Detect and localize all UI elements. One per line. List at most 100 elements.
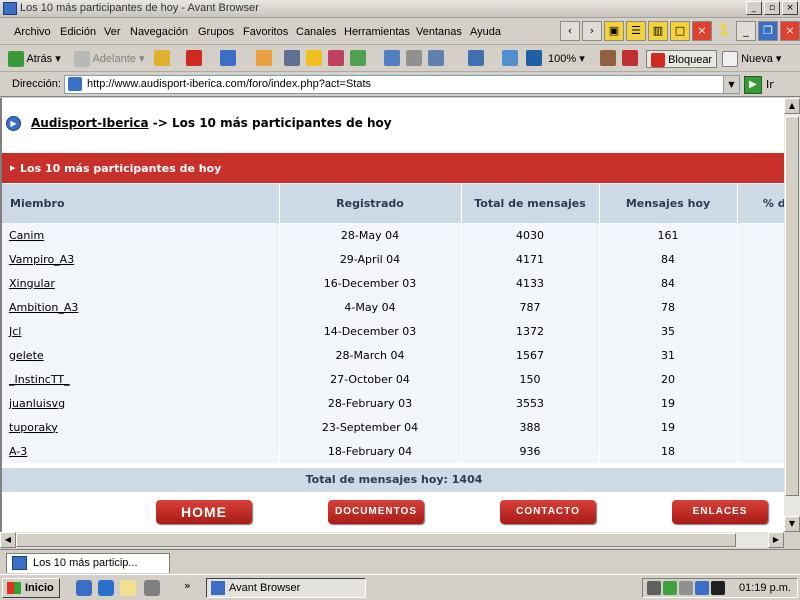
- vertical-scroll-thumb[interactable]: [785, 116, 799, 496]
- back-button[interactable]: Atrás ▾: [8, 50, 61, 68]
- maximize-window-icon[interactable]: □: [670, 21, 690, 41]
- vertical-scrollbar[interactable]: ▲ ▼: [784, 98, 800, 532]
- menu-grupos[interactable]: Grupos: [198, 26, 234, 38]
- address-input[interactable]: http://www.audisport-iberica.com/foro/in…: [64, 75, 740, 94]
- menu-herramientas[interactable]: Herramientas: [344, 26, 410, 38]
- tray-browser-icon[interactable]: [695, 581, 709, 595]
- media-icon[interactable]: [328, 50, 344, 66]
- image-icon[interactable]: [600, 50, 616, 66]
- member-link[interactable]: A-3: [9, 445, 27, 458]
- quicklaunch-agent-icon[interactable]: [144, 580, 160, 596]
- today-cell: 78: [599, 295, 738, 319]
- favorites-star-icon[interactable]: [306, 50, 322, 66]
- tray-network-icon[interactable]: [663, 581, 677, 595]
- quicklaunch-browser-icon[interactable]: [76, 580, 92, 596]
- member-link[interactable]: gelete: [9, 349, 44, 362]
- system-tray: 01:19 p.m.: [642, 578, 798, 598]
- window-icon[interactable]: [468, 50, 484, 66]
- today-cell: 18: [599, 439, 738, 463]
- menu-ayuda[interactable]: Ayuda: [470, 26, 501, 38]
- taskbar-item-label: Avant Browser: [229, 582, 301, 594]
- home-button[interactable]: HOME: [156, 500, 252, 524]
- menu-favoritos[interactable]: Favoritos: [243, 26, 288, 38]
- enlaces-button[interactable]: ENLACES: [672, 500, 768, 524]
- breadcrumb-home-link[interactable]: Audisport-Iberica: [31, 116, 149, 130]
- menu-navegacion[interactable]: Navegación: [130, 26, 188, 38]
- member-link[interactable]: Vampiro_A3: [9, 253, 74, 266]
- taskbar-browser-item[interactable]: Avant Browser: [206, 578, 366, 598]
- member-link[interactable]: Jcl: [9, 325, 21, 338]
- quicklaunch-ie-icon[interactable]: [98, 580, 114, 596]
- quicklaunch-more-icon[interactable]: »: [184, 579, 191, 592]
- contacto-button[interactable]: CONTACTO: [500, 500, 596, 524]
- clock: 01:19 p.m.: [739, 582, 791, 594]
- menu-ver[interactable]: Ver: [104, 26, 121, 38]
- member-link[interactable]: Xingular: [9, 277, 55, 290]
- print-icon[interactable]: [406, 50, 422, 66]
- percent-cell: [737, 295, 784, 319]
- flash-block-icon[interactable]: [622, 50, 638, 66]
- tile-horizontal-icon[interactable]: ☰: [626, 21, 646, 41]
- total-cell: 4030: [461, 223, 600, 247]
- history-icon[interactable]: [350, 50, 366, 66]
- search-icon[interactable]: [284, 50, 300, 66]
- tray-clock-icon[interactable]: [647, 581, 661, 595]
- scroll-left-button[interactable]: ◀: [0, 532, 16, 548]
- member-link[interactable]: Canim: [9, 229, 44, 242]
- section-arrow-icon: ▶: [10, 164, 16, 172]
- close-button[interactable]: ×: [782, 1, 798, 15]
- member-link[interactable]: tuporaky: [9, 421, 58, 434]
- close-window-icon[interactable]: ×: [692, 21, 712, 41]
- scroll-down-button[interactable]: ▼: [784, 516, 800, 532]
- horizontal-scrollbar[interactable]: ◀ ▶: [0, 532, 784, 548]
- table-row: Jcl 14-December 03 1372 35: [2, 319, 784, 343]
- total-messages-today: Total de mensajes hoy: 1404: [2, 468, 784, 492]
- menu-canales[interactable]: Canales: [296, 26, 336, 38]
- scroll-up-button[interactable]: ▲: [784, 98, 800, 114]
- block-popups-button[interactable]: Bloquear: [646, 50, 718, 68]
- channels-icon[interactable]: [384, 50, 400, 66]
- zoom-dropdown[interactable]: 100% ▾: [548, 50, 585, 68]
- mdi-close-button[interactable]: ×: [780, 21, 800, 41]
- home-icon[interactable]: [256, 50, 272, 66]
- cascade-icon[interactable]: ▣: [604, 21, 624, 41]
- font-icon[interactable]: [526, 50, 542, 66]
- quicklaunch-notepad-icon[interactable]: [120, 580, 136, 596]
- tile-vertical-icon[interactable]: ▥: [648, 21, 668, 41]
- mail-icon[interactable]: [428, 50, 444, 66]
- mdi-minimize-button[interactable]: _: [736, 21, 756, 41]
- menu-edicion[interactable]: Edición: [60, 26, 96, 38]
- start-button[interactable]: Inicio: [2, 578, 60, 598]
- tab-active[interactable]: Los 10 más particip...: [6, 553, 170, 573]
- go-button[interactable]: ▶: [744, 76, 762, 94]
- auto-fill-icon[interactable]: [154, 50, 170, 66]
- address-dropdown[interactable]: ▼: [723, 76, 739, 93]
- maximize-button[interactable]: ▫: [764, 1, 780, 15]
- taskbar: Inicio » Avant Browser 01:19 p.m.: [0, 574, 800, 600]
- horizontal-scroll-thumb[interactable]: [16, 533, 736, 547]
- refresh-icon[interactable]: [220, 50, 236, 66]
- mdi-restore-button[interactable]: ❐: [758, 21, 778, 41]
- page-icon: [68, 77, 82, 91]
- menu-ventanas[interactable]: Ventanas: [416, 26, 462, 38]
- percent-cell: [737, 415, 784, 439]
- total-cell: 787: [461, 295, 600, 319]
- table-row: juanluisvg 28-February 03 3553 19: [2, 391, 784, 415]
- documentos-button[interactable]: DOCUMENTOS: [328, 500, 424, 524]
- next-window-icon[interactable]: ›: [582, 21, 602, 41]
- tray-volume-icon[interactable]: [679, 581, 693, 595]
- member-link[interactable]: Ambition_A3: [9, 301, 78, 314]
- prev-window-icon[interactable]: ‹: [560, 21, 580, 41]
- go-label[interactable]: Ir: [766, 78, 774, 91]
- new-window-button[interactable]: Nueva ▾: [722, 50, 781, 68]
- stop-icon[interactable]: [186, 50, 202, 66]
- menu-archivo[interactable]: Archivo: [14, 26, 51, 38]
- text-size-icon[interactable]: [502, 50, 518, 66]
- member-link[interactable]: _InstincTT_: [9, 373, 70, 386]
- total-cell: 150: [461, 367, 600, 391]
- forward-button[interactable]: Adelante ▾: [74, 50, 144, 68]
- minimize-button[interactable]: _: [746, 1, 762, 15]
- tray-app-icon[interactable]: [711, 581, 725, 595]
- member-link[interactable]: juanluisvg: [9, 397, 65, 410]
- scroll-right-button[interactable]: ▶: [768, 532, 784, 548]
